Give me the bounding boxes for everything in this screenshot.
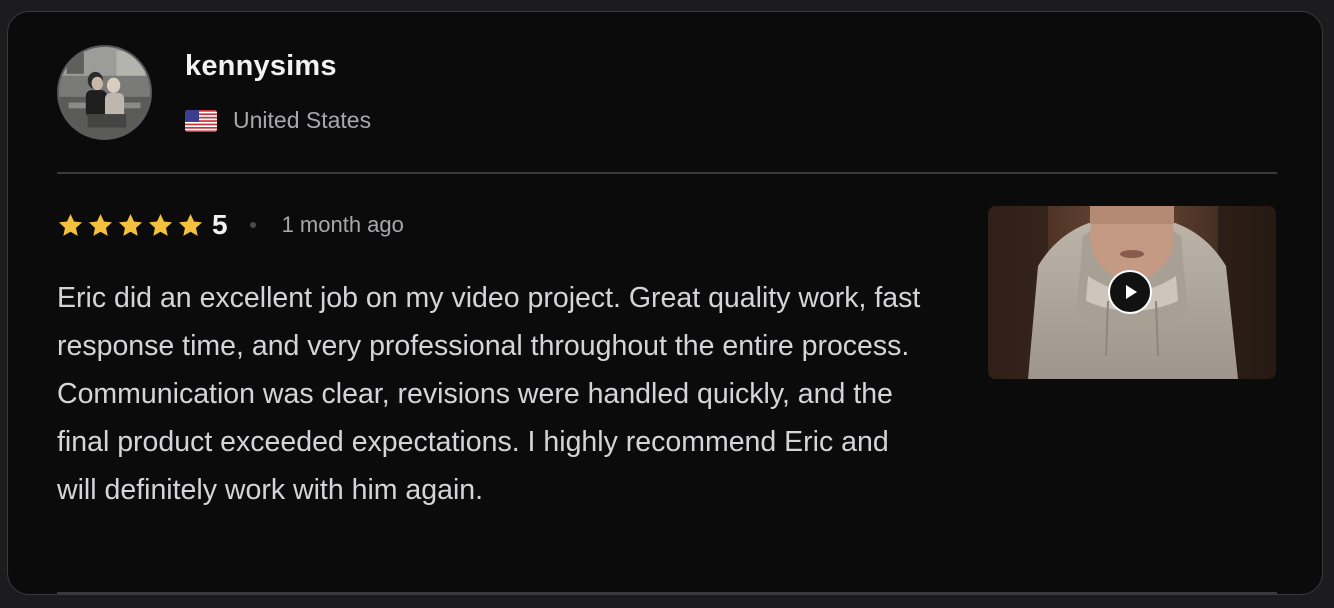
reviewer-username[interactable]: kennysims [185, 50, 337, 83]
play-button[interactable] [1108, 270, 1152, 314]
star-icon [178, 213, 203, 236]
us-flag-icon [185, 110, 217, 132]
star-icon [58, 213, 83, 236]
rating-value: 5 [212, 209, 228, 240]
star-rating [57, 212, 204, 239]
play-icon [1126, 285, 1137, 299]
separator-dot [249, 222, 256, 228]
star-icon [118, 213, 143, 236]
review-time: 1 month ago [281, 212, 404, 237]
review-card: kennysims United States 5 1 month ago Er… [7, 11, 1323, 595]
review-text: Eric did an excellent job on my video pr… [57, 282, 921, 506]
footer-divider [57, 592, 1277, 594]
star-icon [148, 213, 173, 236]
star-icon [88, 213, 113, 236]
reviewer-avatar[interactable] [57, 45, 152, 140]
video-thumbnail[interactable] [988, 206, 1276, 379]
reviewer-country: United States [233, 107, 372, 133]
rating-row: 5 1 month ago [57, 208, 404, 242]
header-divider [57, 172, 1277, 174]
avatar-photo [59, 47, 150, 138]
